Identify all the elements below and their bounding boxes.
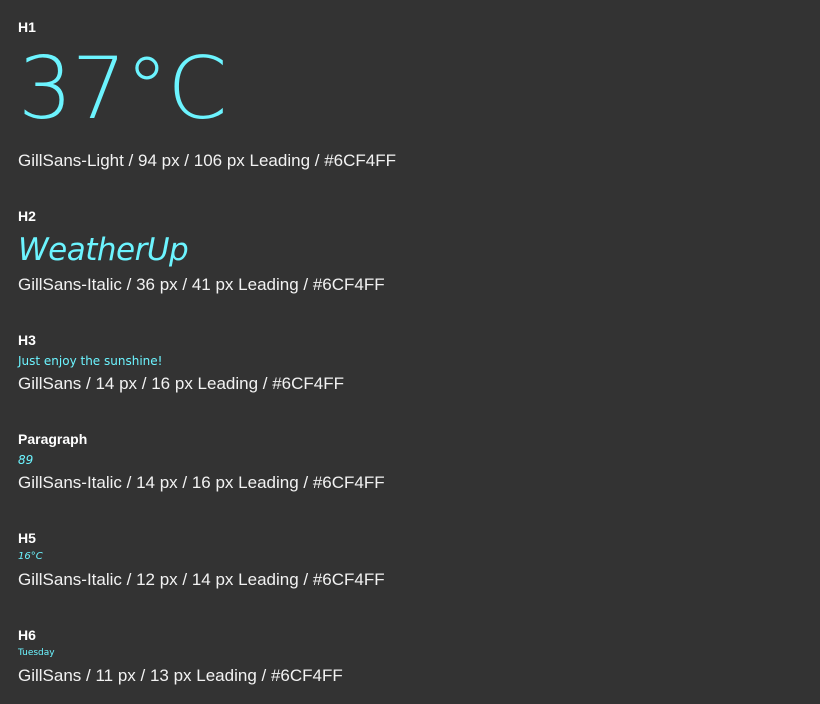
paragraph-label: Paragraph	[18, 431, 88, 447]
h3-label: H3	[18, 332, 36, 348]
h3-sample-text: Just enjoy the sunshine!	[18, 354, 163, 368]
h5-sample-text: 16°C	[18, 551, 43, 562]
h3-spec: GillSans / 14 px / 16 px Leading / #6CF4…	[18, 374, 345, 393]
h6-label: H6	[18, 627, 36, 643]
h6-sample-text: Tuesday	[18, 648, 55, 658]
h2-label: H2	[18, 208, 36, 224]
h1-spec: GillSans-Light / 94 px / 106 px Leading …	[18, 151, 396, 170]
h1-label: H1	[18, 19, 36, 35]
h5-label: H5	[18, 530, 36, 546]
paragraph-spec: GillSans-Italic / 14 px / 16 px Leading …	[18, 473, 385, 492]
h2-sample-text: WeatherUp	[18, 232, 189, 268]
h2-spec: GillSans-Italic / 36 px / 41 px Leading …	[18, 275, 385, 294]
h6-spec: GillSans / 11 px / 13 px Leading / #6CF4…	[18, 666, 343, 685]
paragraph-sample-text: 89	[18, 453, 34, 467]
h5-spec: GillSans-Italic / 12 px / 14 px Leading …	[18, 570, 385, 589]
h1-sample-text: 37°C	[18, 39, 227, 139]
